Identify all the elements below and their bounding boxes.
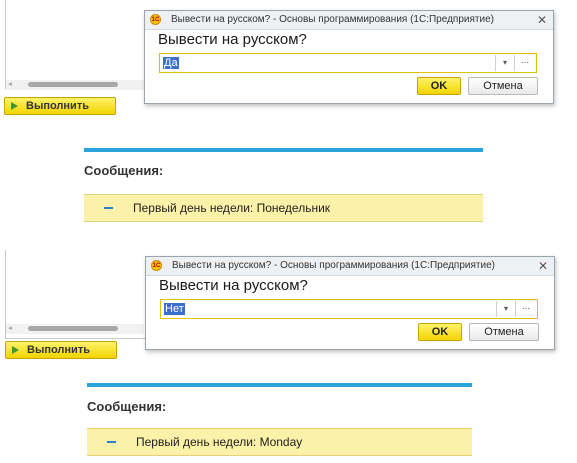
close-icon[interactable]: ✕ [537,11,547,29]
combobox-value[interactable]: Да [163,57,179,69]
messages-label-1: Сообщения: [84,163,164,178]
message-text: Первый день недели: Понедельник [133,201,331,215]
cancel-button[interactable]: Отмена [468,77,538,95]
scroll-left-icon[interactable]: ◂ [6,324,14,334]
editor-panel-1 [5,0,146,89]
play-icon [12,346,19,354]
dialog-heading: Вывести на русском? [158,31,307,48]
message-dash-icon [107,441,116,443]
messages-separator-1 [84,148,483,152]
answer-combobox[interactable]: Да ▾ ... [159,53,537,73]
answer-combobox[interactable]: Нет ▾ ... [160,299,538,319]
close-icon[interactable]: ✕ [538,257,548,275]
messages-label-2: Сообщения: [87,399,167,414]
dialog-titlebar: 1С Вывести на русском? - Основы программ… [146,257,554,276]
dialog-titlebar: 1С Вывести на русском? - Основы программ… [145,11,553,30]
message-row-2[interactable]: Первый день недели: Monday [87,428,472,456]
1c-logo-icon: 1С [150,14,161,25]
ellipsis-icon[interactable]: ... [514,55,535,71]
ok-button[interactable]: OK [417,77,461,95]
horizontal-scrollbar-2[interactable]: ◂ [6,324,144,334]
chevron-down-icon[interactable]: ▾ [495,55,514,71]
scroll-thumb[interactable] [28,82,118,87]
dialog-title: Вывести на русском? - Основы программиро… [172,260,495,271]
run-button-2[interactable]: Выполнить [5,341,117,359]
chevron-down-icon[interactable]: ▾ [496,301,515,317]
cancel-button[interactable]: Отмена [469,323,539,341]
message-text: Первый день недели: Monday [136,435,303,449]
message-row-1[interactable]: Первый день недели: Понедельник [84,194,483,222]
dialog-2: 1С Вывести на русском? - Основы программ… [145,256,555,350]
horizontal-scrollbar-1[interactable]: ◂ [6,80,144,90]
message-dash-icon [104,207,113,209]
dialog-1: 1С Вывести на русском? - Основы программ… [144,10,554,104]
dialog-heading: Вывести на русском? [159,277,308,294]
messages-separator-2 [87,383,472,387]
play-icon [11,102,18,110]
scroll-thumb[interactable] [28,326,118,331]
run-button-label: Выполнить [26,100,89,112]
ok-button[interactable]: OK [418,323,462,341]
1c-logo-icon: 1С [151,260,162,271]
scroll-left-icon[interactable]: ◂ [6,80,14,90]
run-button-label: Выполнить [27,344,90,356]
run-button-1[interactable]: Выполнить [4,97,116,115]
ellipsis-icon[interactable]: ... [515,301,536,317]
combobox-value[interactable]: Нет [164,303,185,315]
dialog-title: Вывести на русском? - Основы программиро… [171,14,494,25]
